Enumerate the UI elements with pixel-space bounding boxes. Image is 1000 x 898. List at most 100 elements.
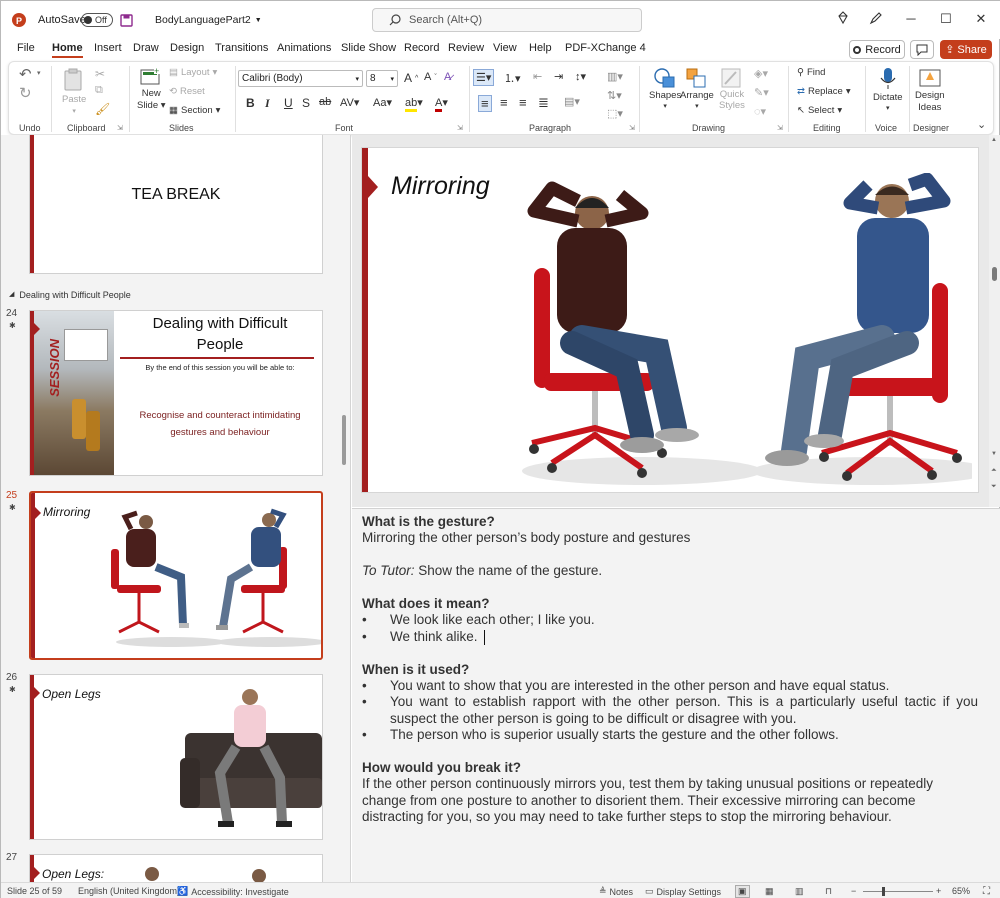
tab-record[interactable]: Record (404, 42, 439, 54)
numbering-icon[interactable]: ⒈▾ (504, 70, 521, 86)
pen-icon[interactable] (866, 11, 886, 29)
current-slide[interactable]: Mirroring (361, 147, 979, 493)
increase-indent-icon[interactable]: ⇥ (554, 70, 563, 83)
design-ideas-button[interactable]: Design Ideas (915, 67, 945, 113)
dialog-launcher-icon[interactable]: ⇲ (117, 124, 123, 132)
display-settings-button[interactable]: ▭ Display Settings (645, 886, 721, 897)
tab-view[interactable]: View (493, 42, 517, 54)
strikethrough-icon[interactable]: ab (319, 96, 331, 108)
decrease-indent-icon[interactable]: ⇤ (533, 70, 542, 83)
autosave-toggle[interactable]: Off (81, 1, 113, 39)
close-icon[interactable]: ✕ (971, 11, 991, 29)
line-spacing-icon[interactable]: ↕▾ (575, 70, 586, 83)
tab-review[interactable]: Review (448, 42, 484, 54)
slide-sorter-icon[interactable]: ▦ (765, 886, 774, 897)
increase-font-icon[interactable]: A ^ (404, 71, 418, 85)
font-family-select[interactable]: Calibri (Body) ▾ (238, 70, 363, 87)
zoom-level[interactable]: 65% (952, 886, 970, 896)
arrange-button[interactable]: Arrange ▾ (680, 67, 714, 110)
italic-icon[interactable]: I (265, 96, 270, 111)
copy-icon[interactable]: ⧉ (95, 84, 103, 97)
quick-styles-button[interactable]: Quick Styles (719, 67, 745, 111)
language-status[interactable]: English (United Kingdom) (78, 886, 180, 896)
diamond-icon[interactable] (833, 11, 853, 29)
accessibility-status[interactable]: ♿ Accessibility: Investigate (177, 886, 289, 897)
undo-dropdown-icon[interactable]: ▾ (37, 69, 41, 77)
columns-spacing-icon[interactable]: ▤▾ (564, 95, 580, 108)
find-button[interactable]: ⚲ Find (797, 67, 825, 78)
notes-toggle-button[interactable]: ≜ Notes (599, 886, 633, 897)
replace-button[interactable]: ⇄ Replace ▾ (797, 86, 851, 97)
record-button[interactable]: Record (849, 40, 905, 59)
align-center-icon[interactable]: ≡ (500, 95, 508, 110)
scrollbar-thumb[interactable] (992, 267, 997, 281)
slide-thumbnail-27[interactable]: Open Legs: (29, 854, 323, 882)
search-box[interactable]: Search (Alt+Q) (372, 8, 642, 32)
tab-insert[interactable]: Insert (94, 42, 122, 54)
slide-thumbnail-26[interactable]: Open Legs (29, 674, 323, 840)
zoom-slider[interactable] (863, 891, 933, 892)
tab-transitions[interactable]: Transitions (215, 42, 268, 54)
layout-button[interactable]: ▤ Layout ▾ (169, 67, 217, 78)
align-left-icon[interactable]: ≡ (478, 95, 492, 112)
redo-icon[interactable]: ↻ (19, 84, 32, 102)
reading-view-icon[interactable]: ▥ (795, 886, 804, 897)
fit-to-window-icon[interactable]: ⛶ (983, 886, 990, 897)
underline-icon[interactable]: U (284, 96, 293, 110)
tab-pdf-xchange[interactable]: PDF-XChange 4 (565, 42, 646, 54)
shape-effects-icon[interactable]: ◌▾ (754, 105, 766, 118)
shape-outline-icon[interactable]: ✎▾ (754, 86, 769, 99)
dialog-launcher-icon[interactable]: ⇲ (629, 124, 635, 132)
shapes-button[interactable]: Shapes ▾ (649, 67, 681, 110)
tab-design[interactable]: Design (170, 42, 204, 54)
undo-icon[interactable]: ↶ (19, 65, 32, 83)
new-slide-button[interactable]: + New Slide ▾ (137, 67, 166, 111)
slide-scrollbar[interactable]: ▲ ▼ ⏶ ⏷ (989, 135, 1000, 507)
font-color-icon[interactable]: A▾ (435, 96, 448, 112)
scroll-down-icon[interactable]: ▼ (991, 451, 997, 457)
minimize-icon[interactable]: ─ (901, 11, 921, 29)
zoom-in-icon[interactable]: + (936, 886, 941, 896)
bold-icon[interactable]: B (246, 96, 255, 110)
tab-slide-show[interactable]: Slide Show (341, 42, 396, 54)
text-direction-icon[interactable]: ⇅▾ (607, 89, 622, 102)
zoom-slider-thumb[interactable] (882, 887, 885, 896)
align-text-icon[interactable]: ⬚▾ (607, 107, 623, 120)
slide-thumbnail-tea-break[interactable]: TEA BREAK (29, 135, 323, 274)
bullets-icon[interactable]: ☰▾ (473, 69, 495, 86)
dictate-button[interactable]: Dictate ▾ (873, 67, 903, 112)
maximize-icon[interactable]: ☐ (936, 11, 956, 29)
save-icon[interactable] (120, 1, 133, 39)
character-spacing-icon[interactable]: AV▾ (340, 96, 359, 109)
dialog-launcher-icon[interactable]: ⇲ (777, 124, 783, 132)
decrease-font-icon[interactable]: Aˇ (424, 71, 437, 83)
zoom-out-icon[interactable]: − (851, 886, 856, 896)
align-right-icon[interactable]: ≡ (519, 95, 527, 110)
next-slide-icon[interactable]: ⏷ (991, 483, 997, 491)
tab-draw[interactable]: Draw (133, 42, 159, 54)
share-button[interactable]: ⇪ Share (940, 40, 992, 59)
shadow-icon[interactable]: S (302, 96, 310, 110)
shape-fill-icon[interactable]: ◈▾ (754, 67, 768, 80)
tab-animations[interactable]: Animations (277, 42, 331, 54)
slideshow-view-icon[interactable]: ⊓ (825, 886, 832, 897)
comments-button[interactable] (910, 40, 934, 59)
justify-icon[interactable]: ≣ (538, 95, 549, 111)
select-button[interactable]: ↖ Select ▾ (797, 105, 842, 116)
section-header[interactable]: ◢ Dealing with Difficult People (9, 290, 131, 300)
normal-view-icon[interactable]: ▣ (735, 885, 750, 898)
slide-title[interactable]: Mirroring (391, 172, 490, 201)
previous-slide-icon[interactable]: ⏶ (991, 467, 997, 475)
reset-button[interactable]: ⟲ Reset (169, 86, 205, 97)
cut-icon[interactable]: ✂ (95, 67, 105, 81)
tab-home[interactable]: Home (52, 42, 83, 58)
paste-button[interactable]: Paste ▾ (62, 68, 86, 115)
clear-formatting-icon[interactable]: A̷ (444, 71, 451, 83)
section-button[interactable]: ▦ Section ▾ (169, 105, 220, 116)
tab-file[interactable]: File (17, 42, 35, 54)
collapse-ribbon-icon[interactable]: ⌄ (977, 118, 986, 131)
dialog-launcher-icon[interactable]: ⇲ (457, 124, 463, 132)
font-size-select[interactable]: 8 ▾ (366, 70, 398, 87)
notes-pane[interactable]: What is the gesture? Mirroring the other… (352, 508, 1000, 882)
highlight-icon[interactable]: ab▾ (405, 96, 423, 112)
